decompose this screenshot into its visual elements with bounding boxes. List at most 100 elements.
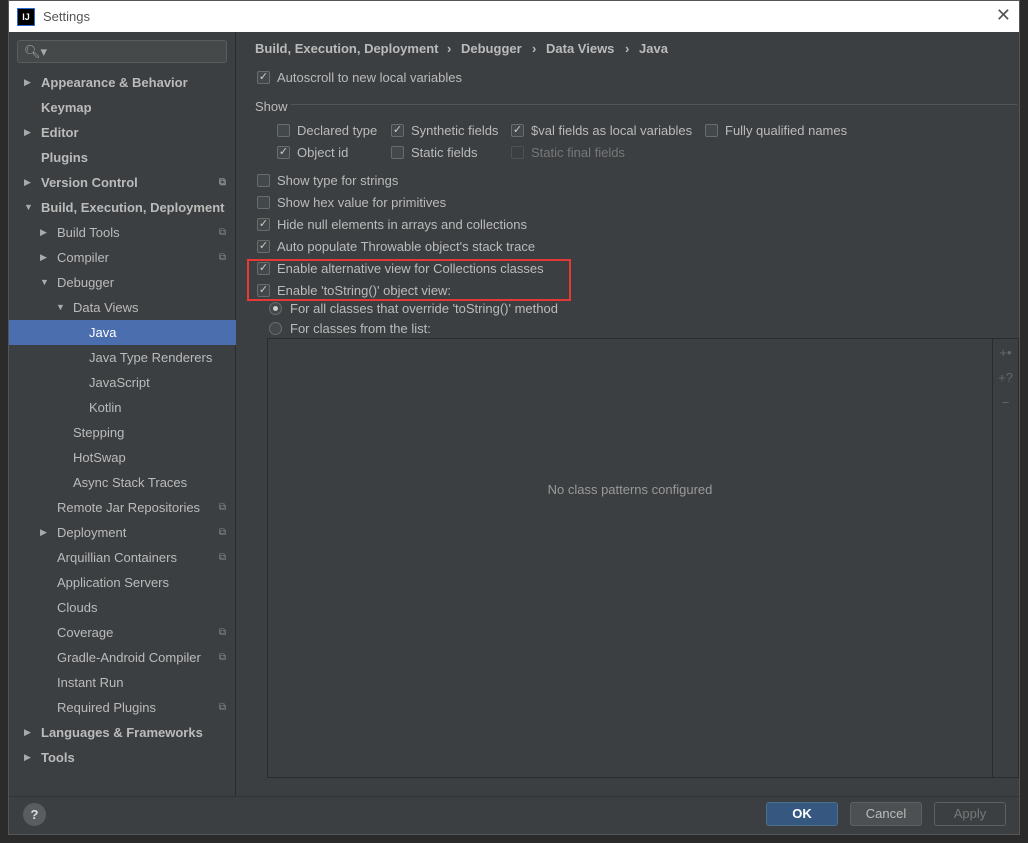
tree-item[interactable]: ▼ Build, Execution, Deployment [9,195,236,220]
checkbox-unchecked-icon[interactable] [391,146,404,159]
tree-item-label: Kotlin [89,400,122,415]
tree-item[interactable]: ▶ Deployment ⧉ [9,520,236,545]
help-button[interactable]: ? [23,803,46,826]
checkbox-unchecked-icon[interactable] [511,146,524,159]
tree-item-label: Arquillian Containers [57,550,177,565]
chevron-right-icon[interactable]: ▶ [40,245,47,270]
tree-item[interactable]: Arquillian Containers ⧉ [9,545,236,570]
tree-item[interactable]: ▼ Data Views [9,295,236,320]
tree-item-label: Languages & Frameworks [41,725,203,740]
show-checkbox[interactable]: Static fields [391,145,477,160]
add-pattern-icon[interactable]: +• [993,345,1018,364]
window-title: Settings [43,9,90,24]
tree-item[interactable]: ▶ Version Control ⧉ [9,170,236,195]
option-checkbox[interactable]: ✓ Auto populate Throwable object's stack … [257,239,535,254]
chevron-down-icon[interactable]: ▼ [40,270,49,295]
tree-item-label: Keymap [41,100,92,115]
breadcrumb-item: Build, Execution, Deployment [255,41,439,56]
option-checkbox[interactable]: ✓ Hide null elements in arrays and collec… [257,217,527,232]
checkbox-unchecked-icon[interactable] [257,196,270,209]
tree-item[interactable]: ▼ Debugger [9,270,236,295]
chevron-right-icon[interactable]: ▶ [24,720,31,745]
breadcrumb-separator-icon: › [625,41,630,56]
radio-selected-icon[interactable] [269,302,282,315]
breadcrumb-separator-icon: › [447,41,452,56]
chevron-right-icon[interactable]: ▶ [24,70,31,95]
chevron-down-icon[interactable]: ▼ [24,195,33,220]
autoscroll-checkbox[interactable]: ✓ Autoscroll to new local variables [257,70,462,85]
tree-item[interactable]: HotSwap [9,445,236,470]
tree-item[interactable]: Coverage ⧉ [9,620,236,645]
checkbox-label: Fully qualified names [725,123,848,138]
tree-item[interactable]: Instant Run [9,670,236,695]
add-class-icon[interactable]: +? [993,370,1018,389]
highlight-box [247,259,571,301]
tree-item[interactable]: Java Type Renderers [9,345,236,370]
tree-item[interactable]: ▶ Build Tools ⧉ [9,220,236,245]
ok-button[interactable]: OK [766,802,838,826]
tree-item[interactable]: Required Plugins ⧉ [9,695,236,720]
show-checkbox[interactable]: ✓ Synthetic fields [391,123,498,138]
checkbox-unchecked-icon[interactable] [705,124,718,137]
remove-icon[interactable]: − [993,395,1018,414]
option-checkbox[interactable]: Show hex value for primitives [257,195,446,210]
radio-option[interactable]: For all classes that override 'toString(… [269,301,558,316]
intellij-logo: IJ [17,7,35,26]
chevron-right-icon[interactable]: ▶ [24,170,31,195]
tree-item[interactable]: Async Stack Traces [9,470,236,495]
radio-unselected-icon[interactable] [269,322,282,335]
tree-item-label: Tools [41,750,75,765]
chevron-right-icon[interactable]: ▶ [24,745,31,770]
radio-option[interactable]: For classes from the list: [269,321,431,336]
checkbox-checked-icon[interactable]: ✓ [257,218,270,231]
checkbox-label: Static final fields [531,145,625,160]
checkbox-checked-icon[interactable]: ✓ [391,124,404,137]
tree-item[interactable]: Clouds [9,595,236,620]
checkbox-checked-icon[interactable]: ✓ [257,240,270,253]
tree-item-label: Stepping [73,425,125,440]
tree-item[interactable]: Kotlin [9,395,236,420]
show-checkbox[interactable]: Declared type [277,123,377,138]
tree-item-label: Version Control [41,175,138,190]
tree-item[interactable]: ▶ Languages & Frameworks [9,720,236,745]
apply-button[interactable]: Apply [934,802,1006,826]
tree-item[interactable]: Gradle-Android Compiler ⧉ [9,645,236,670]
checkbox-checked-icon[interactable]: ✓ [257,71,270,84]
tree-item[interactable]: ▶ Appearance & Behavior [9,70,236,95]
tree-item[interactable]: ▶ Editor [9,120,236,145]
tree-item[interactable]: Remote Jar Repositories ⧉ [9,495,236,520]
tree-item[interactable]: Java [9,320,236,345]
close-icon[interactable]: ✕ [996,5,1011,26]
show-checkbox[interactable]: ✓ Object id [277,145,348,160]
chevron-right-icon[interactable]: ▶ [40,220,47,245]
show-checkbox[interactable]: Fully qualified names [705,123,847,138]
checkbox-checked-icon[interactable]: ✓ [511,124,524,137]
checkbox-checked-icon[interactable]: ✓ [277,146,290,159]
class-pattern-list[interactable]: No class patterns configured +• +? − [267,338,1019,778]
breadcrumb-separator-icon: › [532,41,537,56]
tree-item-label: Remote Jar Repositories [57,500,201,515]
option-checkbox[interactable]: Show type for strings [257,173,398,188]
project-settings-icon: ⧉ [218,702,226,713]
cancel-button[interactable]: Cancel [850,802,922,826]
tree-item[interactable]: JavaScript [9,370,236,395]
chevron-right-icon[interactable]: ▶ [24,120,31,145]
tree-item[interactable]: Application Servers [9,570,236,595]
tree-item-label: JavaScript [89,375,150,390]
checkbox-unchecked-icon[interactable] [257,174,270,187]
tree-item[interactable]: ▶ Tools [9,745,236,770]
checkbox-unchecked-icon[interactable] [277,124,290,137]
show-checkbox[interactable]: Static final fields [511,145,625,160]
project-settings-icon: ⧉ [218,552,226,563]
chevron-right-icon[interactable]: ▶ [40,520,47,545]
show-checkbox[interactable]: ✓ $val fields as local variables [511,123,692,138]
chevron-down-icon[interactable]: ▼ [56,295,65,320]
tree-item[interactable]: Stepping [9,420,236,445]
breadcrumb-item: Java [639,41,668,56]
tree-item-label: Plugins [41,150,88,165]
tree-item[interactable]: Plugins [9,145,236,170]
tree-item[interactable]: Keymap [9,95,236,120]
search-input[interactable]: 🔍︎▾ [17,40,227,63]
tree-item-label: Async Stack Traces [73,475,188,490]
tree-item[interactable]: ▶ Compiler ⧉ [9,245,236,270]
